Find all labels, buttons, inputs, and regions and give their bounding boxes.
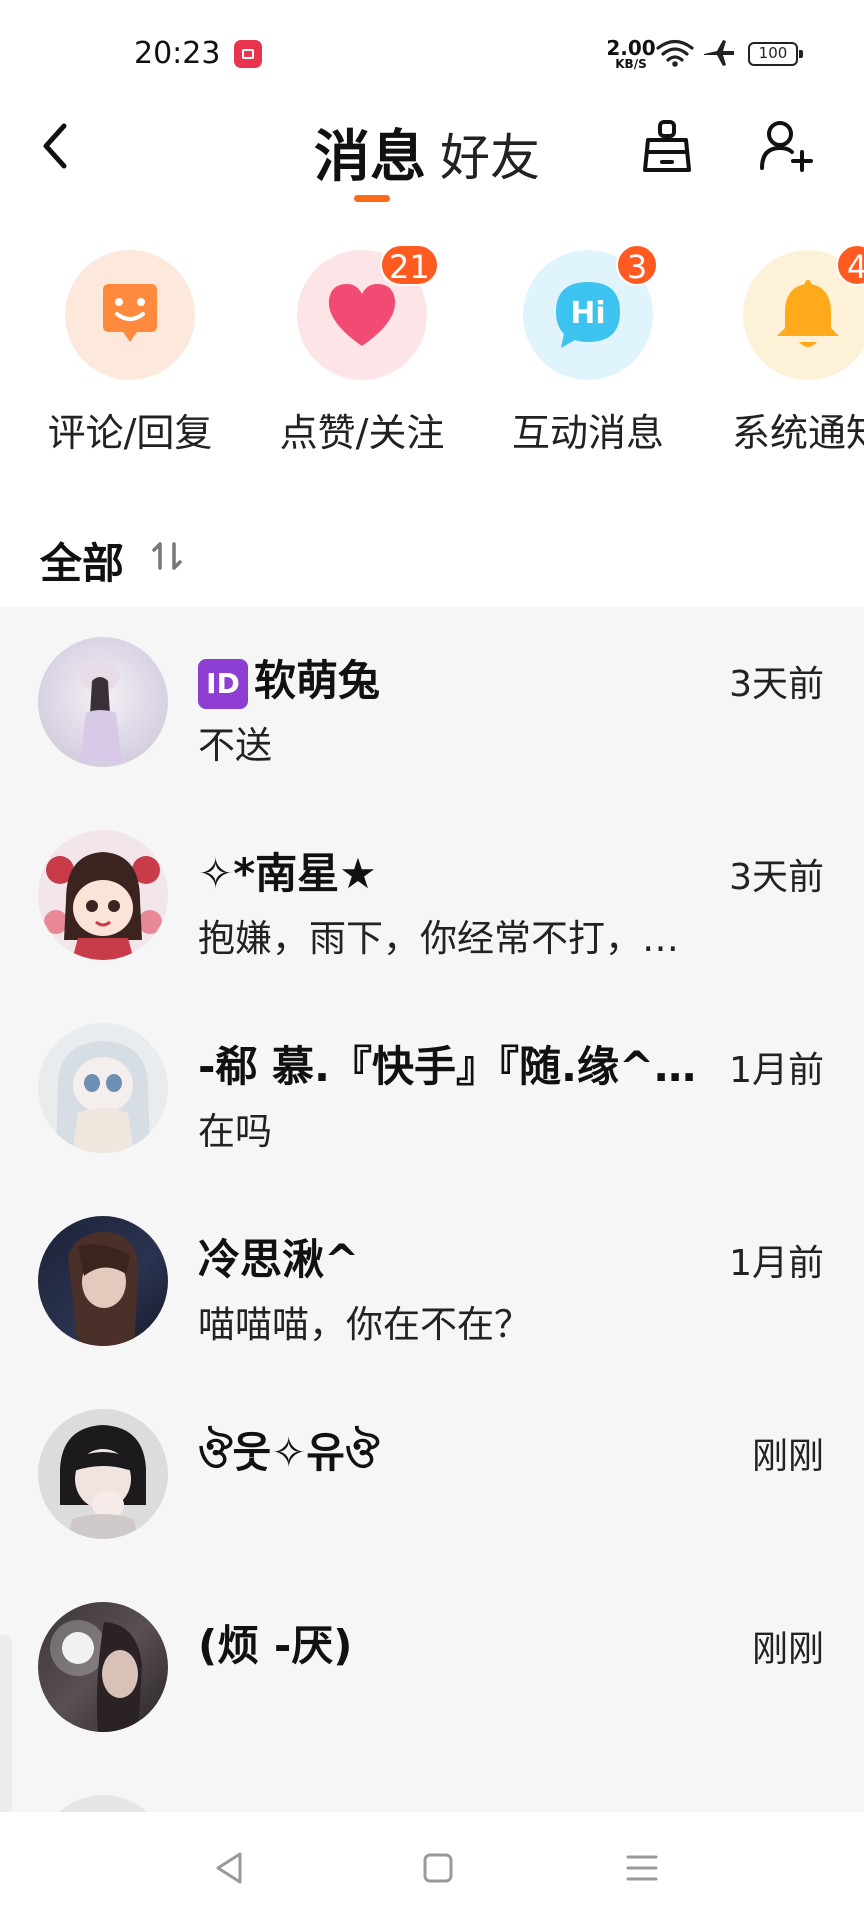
avatar[interactable] [38,830,168,960]
network-speed-value: 2.00 [606,36,656,60]
conversation-name-text: 软萌兔 [254,656,381,705]
category-label: 系统通知 [731,411,864,455]
avatar[interactable] [38,1602,168,1732]
status-time: 20:23 [134,36,221,71]
conversation-name: -郗 慕.『快手』『随.缘^… [198,1042,697,1091]
conversation-preview: 在吗 [198,1110,272,1153]
category-label: 点赞/关注 [279,411,445,455]
system-nav-bar [0,1812,864,1920]
conversation-time: 刚刚 [747,1427,824,1479]
svg-text:Hi: Hi [570,296,605,331]
category-label: 互动消息 [511,411,664,455]
avatar[interactable] [38,637,168,767]
conversation-name: ঔ웃✧유ঔ [198,1428,380,1477]
conversation-name: ID 软萌兔 [198,647,728,709]
avatar-image [50,1620,142,1732]
category-comment-reply[interactable]: 评论/回复 [40,250,220,455]
conversation-name: 冷思湫^ [198,1235,360,1284]
avatar[interactable] [38,1216,168,1346]
network-speed: 2.00 KB/S [606,38,656,70]
conversation-row[interactable]: -郗 慕.『快手』『随.缘^… 1月前 在吗 [0,993,864,1186]
add-friend-icon[interactable] [758,118,814,174]
conversation-time: 3天前 [725,655,824,707]
sort-icon[interactable] [150,540,186,572]
conversation-name: ✧*南星★ [198,849,377,898]
avatar-image [60,1425,146,1539]
status-bar: 20:23 2.00 KB/S 100 [0,0,864,110]
clean-icon[interactable] [640,118,694,174]
conversation-row[interactable]: (烦 -厌) 刚刚 [0,1572,864,1765]
conversation-name: (烦 -厌) [198,1621,353,1670]
conversation-row[interactable] [0,1765,864,1812]
category-label: 评论/回复 [47,411,213,455]
conversation-row[interactable]: ✧*南星★ 3天前 抱嫌，雨下，你经常不打，… [0,800,864,993]
avatar-image [56,1041,150,1153]
category-icon-bg [65,250,195,380]
conversation-preview: 抱嫌，雨下，你经常不打，… [198,917,679,960]
conversation-time: 刚刚 [747,1620,824,1672]
avatar-image [44,852,162,960]
comment-smile-icon [103,284,157,342]
conversation-time: 1月前 [725,1234,824,1286]
avatar-image [68,1231,139,1346]
airplane-icon [704,40,734,66]
screen-record-icon [234,40,262,68]
category-interaction[interactable]: Hi 3 互动消息 [498,244,678,455]
conversation-time: 3天前 [725,848,824,900]
conversation-row[interactable]: 冷思湫^ 1月前 喵喵喵，你在不在？ [0,1186,864,1379]
notification-badge: 21 [380,244,439,286]
conversation-row[interactable]: ID 软萌兔 3天前 不送 [0,607,864,800]
conversation-row[interactable]: ঔ웃✧유ঔ 刚刚 [0,1379,864,1572]
category-system-notice[interactable]: 4 系统通知 [718,244,864,455]
avatar[interactable] [38,1023,168,1153]
tab-friends[interactable]: 好友 [440,118,540,190]
edge-drawer-handle[interactable] [0,1635,12,1815]
avatar[interactable] [38,1409,168,1539]
wifi-icon [656,39,694,67]
conversation-list[interactable]: ID 软萌兔 3天前 不送 ✧*南星★ 3天前 抱嫌，雨下，你经常不打，… -郗… [0,607,864,1812]
id-badge-icon: ID [198,658,248,709]
nav-back-icon[interactable] [210,1848,250,1888]
active-tab-indicator [354,195,390,202]
category-likes-follows[interactable]: 21 点赞/关注 [272,244,452,455]
filter-all-label[interactable]: 全部 [40,530,124,591]
back-icon[interactable] [34,118,78,174]
conversation-preview: 不送 [198,724,272,767]
nav-menu-icon[interactable] [622,1848,662,1888]
tab-messages[interactable]: 消息 [314,112,426,193]
notification-badge: 3 [616,244,658,286]
battery-icon: 100 [748,42,803,66]
avatar-image [80,663,122,761]
nav-home-icon[interactable] [418,1848,458,1888]
conversation-time: 1月前 [725,1041,824,1093]
conversation-preview: 喵喵喵，你在不在？ [198,1303,531,1346]
avatar[interactable] [38,1795,168,1812]
